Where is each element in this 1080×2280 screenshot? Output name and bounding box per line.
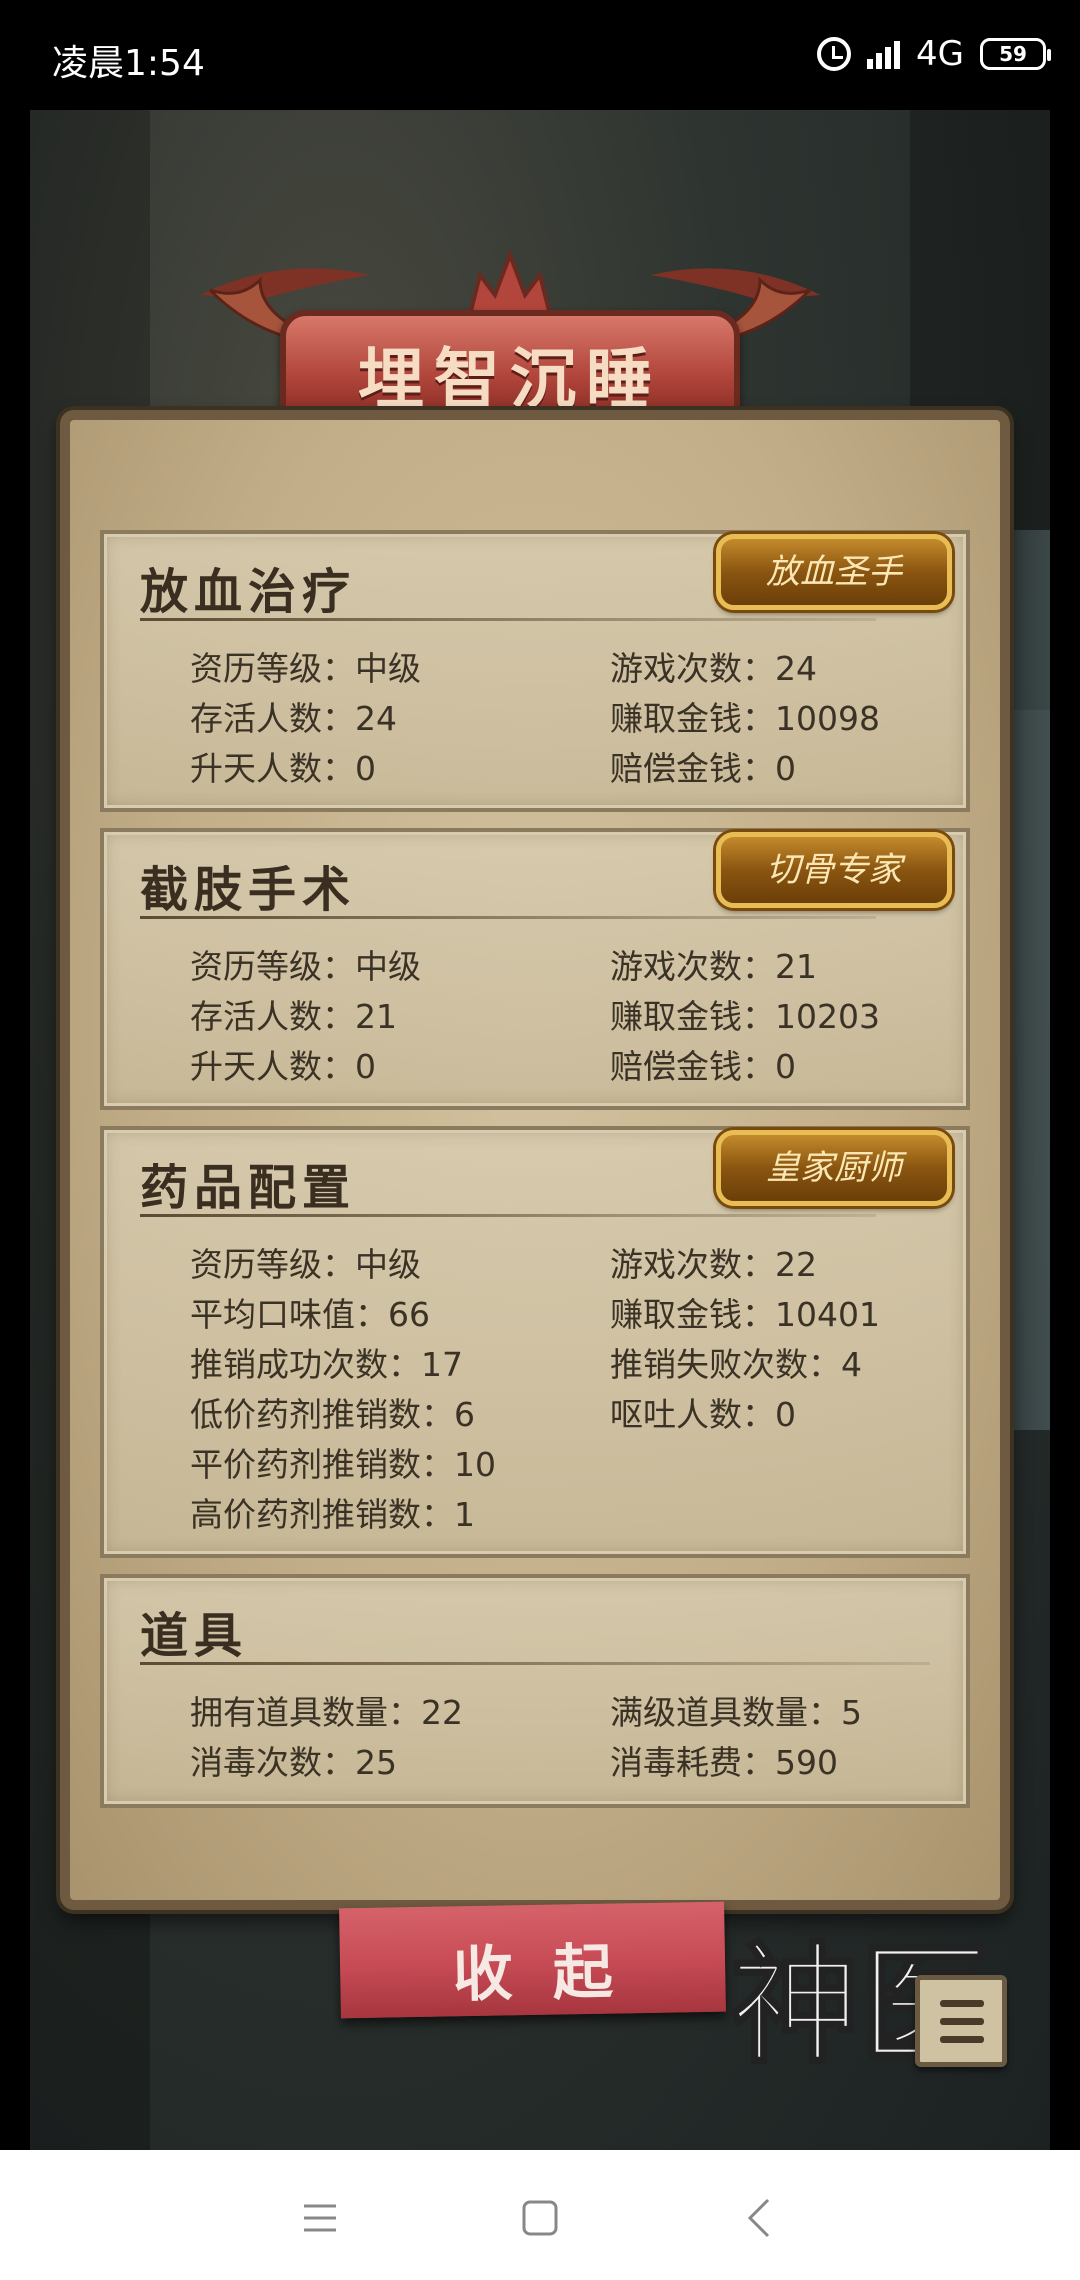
banner-plate: 埋智沉睡 [280, 310, 740, 420]
divider [140, 1662, 930, 1665]
menu-icon [940, 2018, 984, 2025]
stat-item: 高价药剂推销数：1 [190, 1495, 475, 1534]
stat-item: 平均口味值：66 [190, 1295, 430, 1334]
divider [140, 618, 876, 621]
section-title: 截肢手术 [140, 862, 357, 918]
title-badge: 放血圣手 [716, 534, 952, 610]
stat-item: 存活人数：21 [190, 997, 397, 1036]
stat-item: 存活人数：24 [190, 699, 397, 738]
section-items: 道具 拥有道具数量：22 满级道具数量：5 消毒次数：25 消毒耗费：590 [100, 1574, 970, 1808]
battery-level: 59 [999, 42, 1027, 66]
stat-item: 升天人数：0 [190, 749, 376, 788]
battery-icon: 59 [980, 38, 1051, 70]
collapse-button-label: 收起 [452, 1936, 654, 2011]
stat-item: 推销失败次数：4 [610, 1345, 862, 1384]
signal-icon [867, 39, 901, 69]
divider [140, 1214, 876, 1217]
recent-apps-icon[interactable] [290, 2188, 350, 2248]
stat-item: 满级道具数量：5 [610, 1693, 862, 1732]
system-navigation-bar [0, 2150, 1080, 2280]
stat-item: 资历等级：中级 [190, 1245, 421, 1284]
stat-item: 升天人数：0 [190, 1047, 376, 1086]
status-bar: 凌晨1:54 4G 59 [0, 0, 1080, 110]
status-icons: 4G 59 [817, 34, 1051, 74]
stat-item: 消毒次数：25 [190, 1743, 397, 1782]
stat-item: 游戏次数：21 [610, 947, 817, 986]
divider [140, 916, 876, 919]
stat-item: 赚取金钱：10401 [610, 1295, 880, 1334]
title-banner: 埋智沉睡 [208, 250, 812, 420]
stat-item: 低价药剂推销数：6 [190, 1395, 475, 1434]
section-amputation: 截肢手术 切骨专家 资历等级：中级 游戏次数：21 存活人数：21 赚取金钱：1… [100, 828, 970, 1110]
menu-icon [940, 2000, 984, 2007]
section-title: 药品配置 [140, 1160, 357, 1216]
section-title: 放血治疗 [140, 564, 357, 620]
network-label: 4G [916, 34, 964, 74]
home-icon[interactable] [510, 2188, 570, 2248]
alarm-icon [817, 37, 852, 71]
stat-item: 资历等级：中级 [190, 649, 421, 688]
title-badge: 切骨专家 [716, 832, 952, 908]
stat-item: 游戏次数：22 [610, 1245, 817, 1284]
stat-item: 呕吐人数：0 [610, 1395, 796, 1434]
section-bloodletting: 放血治疗 放血圣手 资历等级：中级 游戏次数：24 存活人数：24 赚取金钱：1… [100, 530, 970, 812]
stat-item: 游戏次数：24 [610, 649, 817, 688]
stat-item: 赔偿金钱：0 [610, 1047, 796, 1086]
stat-item: 赚取金钱：10098 [610, 699, 880, 738]
section-medicine: 药品配置 皇家厨师 资历等级：中级 游戏次数：22 平均口味值：66 赚取金钱：… [100, 1126, 970, 1558]
menu-icon [940, 2036, 984, 2043]
stat-item: 消毒耗费：590 [610, 1743, 838, 1782]
stat-item: 推销成功次数：17 [190, 1345, 463, 1384]
title-badge: 皇家厨师 [716, 1130, 952, 1206]
back-icon[interactable] [730, 2188, 790, 2248]
menu-button[interactable] [915, 1975, 1007, 2067]
section-title: 道具 [140, 1608, 249, 1664]
stat-item: 平价药剂推销数：10 [190, 1445, 496, 1484]
page-title: 埋智沉睡 [358, 340, 662, 418]
stat-item: 赚取金钱：10203 [610, 997, 880, 1036]
stat-item: 赔偿金钱：0 [610, 749, 796, 788]
stat-item: 拥有道具数量：22 [190, 1693, 463, 1732]
stat-item: 资历等级：中级 [190, 947, 421, 986]
status-time: 凌晨1:54 [52, 43, 205, 84]
collapse-button[interactable]: 收起 [339, 1901, 726, 2019]
